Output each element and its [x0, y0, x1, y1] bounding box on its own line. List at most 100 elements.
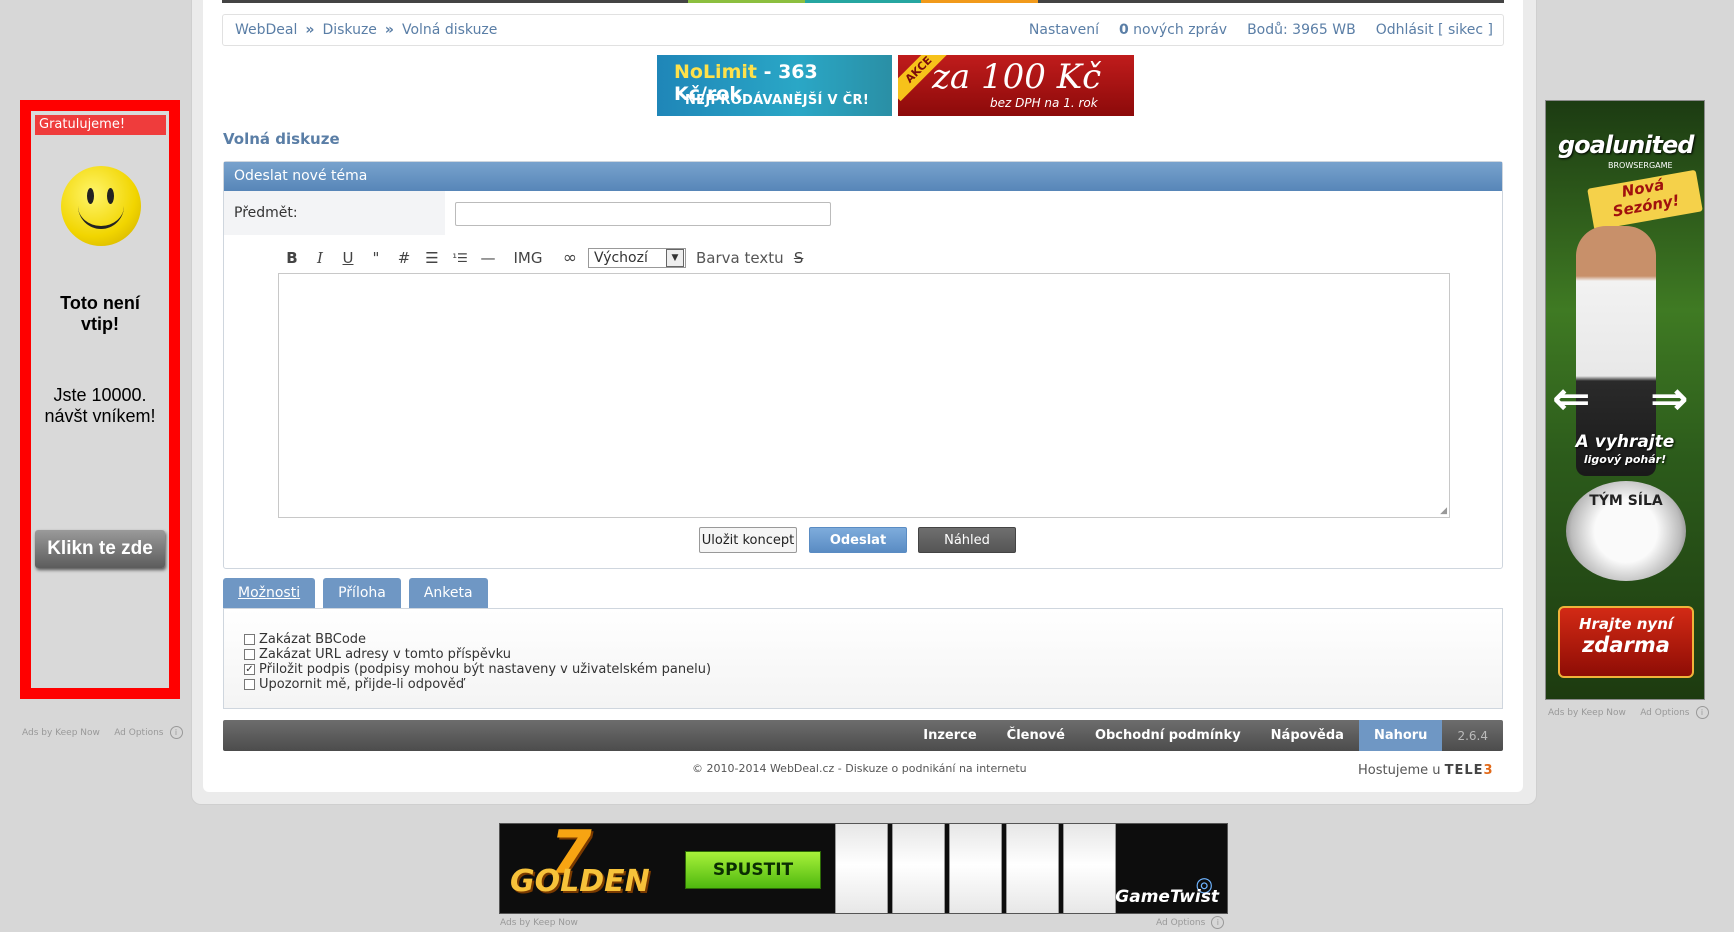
ad-joke-line2: vtip! — [81, 314, 119, 334]
hosting-credit[interactable]: Hostujeme u TELE3 — [1358, 763, 1494, 778]
text-color-button[interactable]: Barva textu — [696, 249, 784, 267]
info-icon[interactable]: i — [1695, 706, 1709, 719]
save-draft-button[interactable]: Uložit koncept — [699, 527, 797, 553]
font-select[interactable]: Výchozí ▼ — [588, 248, 686, 268]
win-text: A vyhrajte ligový pohár! — [1546, 433, 1704, 469]
team-strength-badge: TÝM SÍLA — [1566, 481, 1686, 581]
breadcrumb-webdeal[interactable]: WebDeal — [235, 22, 297, 38]
strikethrough-button[interactable]: S — [784, 249, 814, 267]
option-attach-signature[interactable]: ✓ Přiložit podpis (podpisy mohou být nas… — [244, 662, 711, 677]
breadcrumb-diskuze[interactable]: Diskuze — [322, 22, 376, 38]
image-button[interactable]: IMG — [502, 249, 554, 267]
bold-button[interactable]: B — [278, 249, 306, 267]
color-strip-segment — [804, 0, 922, 3]
ad-joke-text: Toto není vtip! — [31, 293, 169, 335]
hosting-brand-number: 3 — [1483, 763, 1494, 778]
footer-link-napoveda[interactable]: Nápověda — [1256, 720, 1359, 751]
code-button[interactable]: # — [390, 249, 418, 267]
right-ad[interactable]: goalunited BROWSERGAME Nová Sezóny! ⇐ ⇒ … — [1545, 100, 1705, 700]
color-strip-segment — [688, 0, 805, 3]
akce-note: bez DPH na 1. rok — [990, 96, 1098, 110]
arrow-left-icon: ⇐ — [1552, 371, 1591, 425]
section-title[interactable]: Volná diskuze — [223, 130, 340, 148]
slot-reel — [949, 824, 1002, 913]
checkbox[interactable] — [244, 679, 255, 690]
start-button[interactable]: SPUSTIT — [685, 851, 821, 889]
win-line2: ligový pohár! — [1583, 453, 1667, 466]
subject-label: Předmět: — [224, 191, 445, 235]
bottom-ad-footer-right: Ad Options i — [1156, 916, 1225, 929]
slot-reels — [835, 824, 1116, 913]
checkbox-checked[interactable]: ✓ — [244, 664, 255, 675]
settings-link[interactable]: Nastavení — [1029, 22, 1099, 38]
ad-heading: Gratulujeme! — [35, 115, 166, 135]
left-ad[interactable]: Gratulujeme! Toto není vtip! Jste 10000.… — [20, 100, 180, 699]
color-strip-segment — [338, 0, 456, 3]
points-link[interactable]: Bodů: 3965 WB — [1247, 22, 1356, 38]
hosting-brand: TELE — [1444, 763, 1484, 778]
logout-link[interactable]: Odhlásit [ sikec ] — [1376, 22, 1493, 38]
breadcrumb-separator: » — [384, 22, 394, 38]
bottom-ad-footer-left[interactable]: Ads by Keep Now — [500, 918, 578, 928]
ordered-list-button[interactable]: ¹☰ — [446, 251, 474, 265]
play-free-button[interactable]: Hrajte nyní zdarma — [1558, 606, 1694, 678]
italic-button[interactable]: I — [306, 249, 334, 267]
messages-link[interactable]: 0 nových zpráv — [1119, 22, 1227, 38]
tab-poll[interactable]: Anketa — [408, 578, 488, 608]
top-color-strip — [222, 0, 1505, 3]
nolimit-banner[interactable]: NoLimit - 363 Kč/rok NEJPRODÁVANĚJŠÍ V Č… — [657, 55, 892, 116]
breadcrumb-volna-diskuze[interactable]: Volná diskuze — [402, 22, 497, 38]
editor-toolbar: B I U " # ☰ ¹☰ — IMG ∞ Výchozí ▼ Barva t… — [278, 248, 814, 268]
footer-link-podminky[interactable]: Obchodní podmínky — [1080, 720, 1256, 751]
tab-attachment[interactable]: Příloha — [323, 578, 401, 608]
option-notify-reply[interactable]: Upozornit mě, přijde-li odpověď — [244, 677, 464, 692]
smiley-eye — [107, 188, 114, 204]
ads-by-label[interactable]: Ads by Keep Now — [1548, 708, 1626, 718]
submit-button[interactable]: Odeslat — [809, 527, 907, 553]
user-menu: Nastavení 0 nových zpráv Bodů: 3965 WB O… — [1029, 22, 1503, 38]
ad-options-link[interactable]: Ad Options — [1156, 918, 1205, 928]
slot-reel — [1063, 824, 1116, 913]
arrow-right-icon: ⇒ — [1650, 371, 1689, 425]
message-textarea[interactable]: ◢ — [278, 273, 1450, 518]
checkbox[interactable] — [244, 649, 255, 660]
nolimit-subtitle: NEJPRODÁVANĚJŠÍ V ČR! — [685, 93, 870, 108]
horizontal-rule-button[interactable]: — — [474, 249, 502, 267]
preview-button[interactable]: Náhled — [918, 527, 1016, 553]
resize-grip-icon[interactable]: ◢ — [1440, 506, 1447, 516]
copyright: © 2010-2014 WebDeal.cz - Diskuze o podni… — [692, 762, 1027, 775]
ad-click-button[interactable]: Klikn te zde — [35, 530, 165, 568]
option-label: Zakázat BBCode — [259, 632, 367, 647]
list-button[interactable]: ☰ — [418, 249, 446, 267]
win-line1: A vyhrajte — [1575, 432, 1675, 452]
footer-link-clenove[interactable]: Členové — [992, 720, 1080, 751]
color-strip-segment — [455, 0, 572, 3]
slot-reel — [1006, 824, 1059, 913]
version-label: 2.6.4 — [1457, 728, 1488, 743]
nolimit-brand: NoLimit — [674, 61, 757, 83]
footer-link-inzerce[interactable]: Inzerce — [908, 720, 991, 751]
quote-button[interactable]: " — [362, 249, 390, 267]
ad-visitor-line2: návšt vníkem! — [44, 406, 156, 426]
info-icon[interactable]: i — [1211, 916, 1225, 929]
subject-input[interactable] — [455, 202, 831, 226]
ad-options-link[interactable]: Ad Options — [1640, 708, 1689, 718]
tab-options[interactable]: Možnosti — [223, 578, 316, 608]
checkbox[interactable] — [244, 634, 255, 645]
info-icon[interactable]: i — [169, 726, 183, 739]
messages-count: 0 — [1118, 22, 1129, 38]
ads-by-label[interactable]: Ads by Keep Now — [22, 728, 100, 738]
font-select-value: Výchozí — [594, 250, 648, 266]
gametwist-logo: GameTwist — [1115, 887, 1219, 907]
ad-visitor-line1: Jste 10000. — [53, 385, 147, 405]
footer-link-top[interactable]: Nahoru — [1358, 720, 1443, 751]
link-button[interactable]: ∞ — [554, 248, 586, 268]
option-label: Přiložit podpis (podpisy mohou být nasta… — [259, 662, 712, 677]
underline-button[interactable]: U — [334, 249, 362, 267]
ad-options-link[interactable]: Ad Options — [114, 728, 163, 738]
bottom-ad[interactable]: 7 GOLDEN SPUSTIT ◎ GameTwist — [499, 823, 1228, 914]
option-disable-bbcode[interactable]: Zakázat BBCode — [244, 632, 366, 647]
option-disable-urls[interactable]: Zakázat URL adresy v tomto příspěvku — [244, 647, 511, 662]
ad-joke-line1: Toto není — [60, 293, 140, 313]
akce-banner[interactable]: AKCE za 100 Kč bez DPH na 1. rok — [898, 55, 1134, 116]
